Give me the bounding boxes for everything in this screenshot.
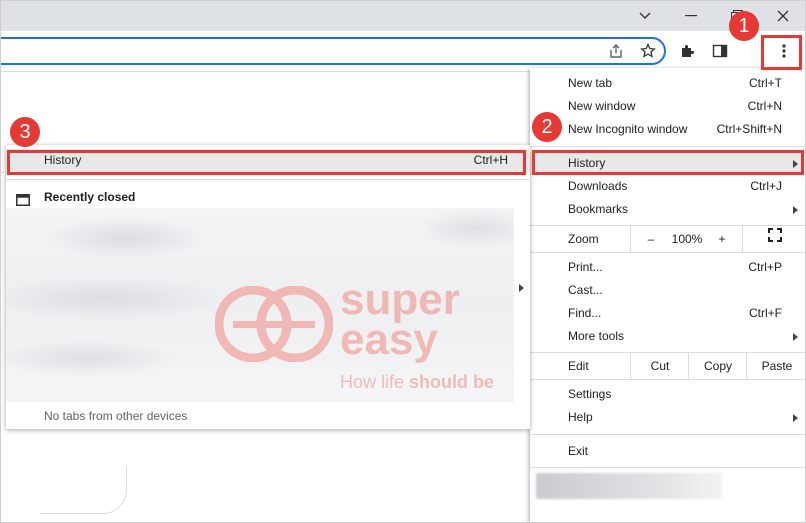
zoom-out-button[interactable]: – [630,226,671,252]
side-panel-icon[interactable] [710,41,730,61]
menu-item-help[interactable]: Help [530,406,806,429]
toolbar [0,31,806,72]
chrome-menu: New tab Ctrl+T New window Ctrl+N New Inc… [530,68,806,523]
menu-item-more-tools[interactable]: More tools [530,325,806,348]
submenu-arrow-icon [519,284,524,292]
menu-item-downloads[interactable]: Downloads Ctrl+J [530,175,806,198]
step-badge-1: 1 [729,11,759,41]
menu-item-print[interactable]: Print... Ctrl+P [530,256,806,279]
copy-button[interactable]: Copy [688,353,747,379]
address-bar[interactable] [0,37,666,65]
submenu-arrow-icon [793,414,798,422]
recently-closed-header: Recently closed [6,186,530,208]
menu-item-settings[interactable]: Settings [530,383,806,406]
close-icon [777,10,789,22]
menu-item-find[interactable]: Find... Ctrl+F [530,302,806,325]
tab-search-button[interactable] [622,0,668,31]
menu-item-exit[interactable]: Exit [530,440,806,463]
step-badge-2: 2 [532,112,562,142]
menu-separator [530,252,806,253]
menu-item-cast[interactable]: Cast... [530,279,806,302]
paste-button[interactable]: Paste [746,353,806,379]
extensions-icon[interactable] [678,41,698,61]
menu-separator [530,146,806,147]
menu-item-new-incognito-window[interactable]: New Incognito window Ctrl+Shift+N [530,118,806,141]
share-icon[interactable] [606,41,626,61]
zoom-in-button[interactable]: + [704,226,740,252]
submenu-item-history[interactable]: History Ctrl+H [6,149,530,172]
menu-item-new-tab[interactable]: New tab Ctrl+T [530,72,806,95]
menu-item-history[interactable]: History [530,152,806,175]
menu-item-new-window[interactable]: New window Ctrl+N [530,95,806,118]
zoom-row: Zoom – 100% + [530,226,806,252]
recently-closed-list-blurred[interactable] [6,208,514,402]
menu-item-bookmarks[interactable]: Bookmarks [530,198,806,221]
menu-separator [530,379,806,380]
submenu-separator [6,179,530,180]
zoom-value: 100% [671,232,703,246]
submenu-arrow-icon [793,160,798,168]
menu-separator [530,467,806,468]
managed-profile-bar [536,473,722,499]
fullscreen-button[interactable] [742,226,806,252]
star-icon[interactable] [638,41,658,61]
step-badge-3: 3 [10,117,40,147]
close-window-button[interactable] [760,0,806,31]
minimize-icon [685,14,697,17]
history-submenu: History Ctrl+H Recently closed No tabs f… [6,145,530,429]
minimize-button[interactable] [668,0,714,31]
cut-button[interactable]: Cut [630,353,689,379]
edit-label: Edit [568,359,589,373]
menu-separator [530,434,806,435]
background-shape [40,467,127,514]
zoom-label: Zoom [568,232,599,246]
edit-row: Edit Cut Copy Paste [530,353,806,379]
submenu-arrow-icon [793,206,798,214]
chevron-down-icon [639,12,651,20]
submenu-arrow-icon [793,333,798,341]
kebab-menu-icon[interactable] [774,41,794,61]
title-bar [0,0,806,31]
fullscreen-icon [768,225,782,251]
no-tabs-message: No tabs from other devices [44,409,188,423]
